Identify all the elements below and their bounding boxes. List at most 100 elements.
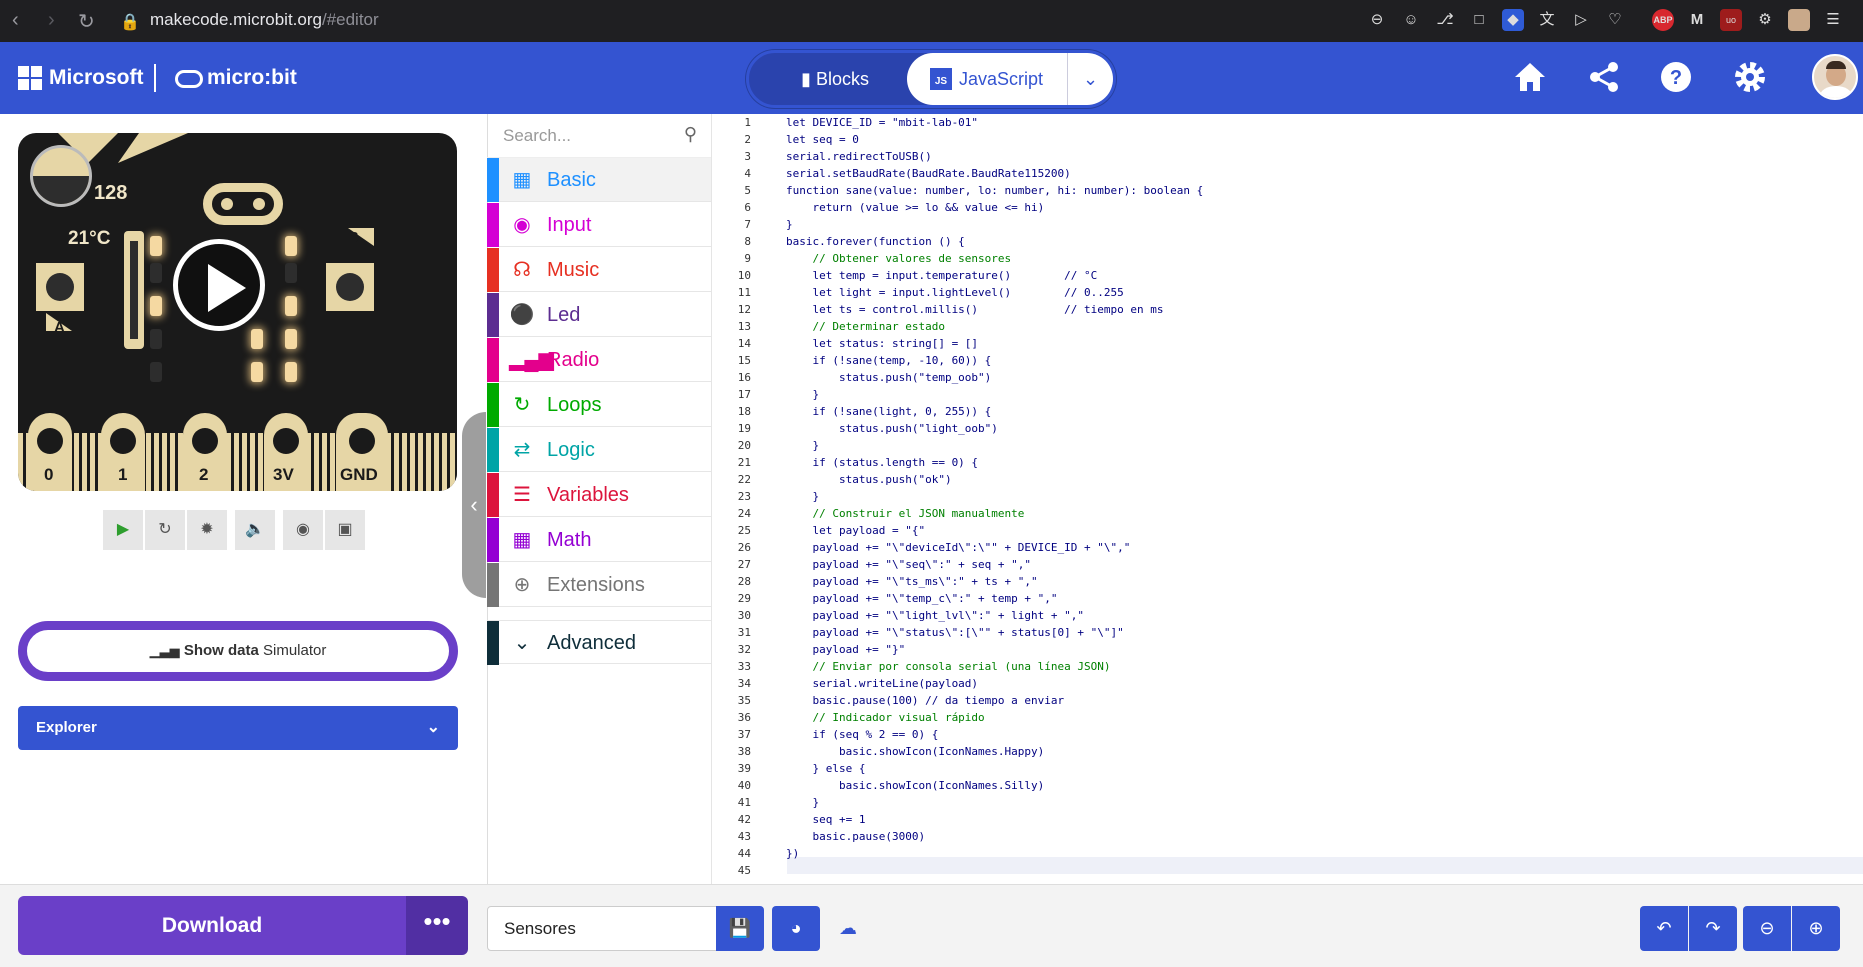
shield-icon[interactable]: ◆ bbox=[1502, 9, 1524, 31]
address-bar[interactable]: makecode.microbit.org/#editor bbox=[150, 10, 379, 30]
pin-label: 2 bbox=[199, 465, 209, 484]
explorer-panel-toggle[interactable]: Explorer ⌄ bbox=[18, 706, 458, 750]
line-number: 4 bbox=[744, 167, 751, 180]
undo-icon: ↶ bbox=[1656, 918, 1672, 938]
led bbox=[150, 296, 162, 316]
line-number: 42 bbox=[737, 813, 751, 826]
pin-label: 3V bbox=[273, 465, 294, 484]
button-a[interactable] bbox=[36, 263, 84, 311]
redo-button[interactable]: ↷ bbox=[1689, 906, 1737, 951]
menu-icon[interactable]: ☰ bbox=[1822, 9, 1844, 31]
product-name: micro:bit bbox=[207, 66, 297, 89]
pin-icon[interactable]: ⎇ bbox=[1434, 9, 1456, 31]
sim-restart-icon[interactable]: ↻ bbox=[145, 510, 185, 550]
download-more-button[interactable]: ••• bbox=[406, 896, 468, 955]
undo-button[interactable]: ↶ bbox=[1640, 906, 1688, 951]
toolbox-category-advanced[interactable]: ⌄ Advanced bbox=[487, 620, 711, 665]
share-icon[interactable] bbox=[1586, 59, 1622, 95]
code-line: basic.forever(function () { bbox=[786, 235, 965, 248]
download-button[interactable]: Download bbox=[18, 896, 406, 955]
back-icon[interactable]: ‹ bbox=[12, 9, 19, 32]
search-placeholder: Search... bbox=[503, 126, 572, 145]
headphones-icon: ☊ bbox=[513, 259, 531, 281]
code-line: basic.pause(3000) bbox=[786, 830, 926, 843]
cloud-save-icon[interactable]: ☁ bbox=[830, 906, 866, 951]
toolbox-category-extensions[interactable]: ⊕ Extensions bbox=[487, 563, 711, 607]
led bbox=[150, 263, 162, 283]
show-data-label: Show data bbox=[183, 642, 259, 659]
github-button[interactable]: ◕ bbox=[772, 906, 820, 951]
list-icon: ☰ bbox=[513, 484, 531, 506]
code-editor[interactable] bbox=[711, 114, 1863, 884]
show-data-simulator-button[interactable]: ▁▃▅ Show data Simulator bbox=[18, 621, 458, 681]
button-b[interactable] bbox=[326, 263, 374, 311]
user-avatar[interactable] bbox=[1812, 54, 1858, 100]
toolbox-category-input[interactable]: ◉ Input bbox=[487, 203, 711, 247]
category-color-bar bbox=[487, 621, 499, 665]
toolbox-category-logic[interactable]: ⇄ Logic bbox=[487, 428, 711, 472]
temperature-slider[interactable] bbox=[124, 231, 144, 349]
line-number: 19 bbox=[737, 422, 751, 435]
play-icon bbox=[208, 264, 246, 312]
sim-debug-icon[interactable]: ✹ bbox=[187, 510, 227, 550]
category-color-bar bbox=[487, 293, 499, 337]
toolbox-category-led[interactable]: ⚫ Led bbox=[487, 293, 711, 337]
sim-fullscreen-icon[interactable]: ▣ bbox=[325, 510, 365, 550]
sim-screenshot-icon[interactable]: ◉ bbox=[283, 510, 323, 550]
play-simulator-button[interactable] bbox=[173, 239, 265, 331]
profile-icon[interactable] bbox=[1788, 9, 1810, 31]
help-icon[interactable]: ? bbox=[1658, 59, 1694, 95]
category-label: Music bbox=[547, 259, 600, 281]
code-line: status.push("ok") bbox=[786, 473, 952, 486]
redo-icon: ↷ bbox=[1705, 918, 1721, 938]
extensions-icon[interactable]: ⚙ bbox=[1754, 9, 1776, 31]
zoom-out-button[interactable]: ⊖ bbox=[1743, 906, 1791, 951]
microbit-simulator-board[interactable]: 128 21°C A B 0 1 2 3V GND bbox=[18, 133, 457, 491]
chevron-down-icon: ⌄ bbox=[1082, 69, 1099, 89]
calculator-icon: ▦ bbox=[512, 529, 532, 551]
tab-blocks[interactable]: ▮ Blocks bbox=[770, 56, 900, 102]
save-button[interactable]: 💾 bbox=[716, 906, 764, 951]
minus-icon: ⊖ bbox=[1759, 918, 1775, 938]
line-number: 7 bbox=[744, 218, 751, 231]
sim-play-icon[interactable]: ▶ bbox=[103, 510, 143, 550]
lock-icon[interactable]: 🔒 bbox=[120, 12, 140, 32]
toolbox-search-input[interactable]: Search... ⚲ bbox=[487, 114, 711, 158]
sim-mute-icon[interactable]: 🔈 bbox=[235, 510, 275, 550]
settings-icon[interactable] bbox=[1732, 59, 1768, 95]
heart-icon[interactable]: ♡ bbox=[1604, 9, 1626, 31]
m-extension-icon[interactable]: M bbox=[1686, 9, 1708, 31]
line-number: 37 bbox=[737, 728, 751, 741]
touch-logo-icon[interactable] bbox=[203, 183, 283, 225]
home-icon[interactable] bbox=[1512, 59, 1548, 95]
tab-javascript-label: JavaScript bbox=[959, 69, 1044, 89]
zoom-out-icon[interactable]: ⊖ bbox=[1366, 9, 1388, 31]
url-host: makecode.microbit.org bbox=[150, 10, 322, 29]
adblock-icon[interactable]: ABP bbox=[1652, 9, 1674, 31]
toolbox-category-basic[interactable]: ▦ Basic bbox=[487, 158, 711, 202]
ublock-icon[interactable]: uo bbox=[1720, 9, 1742, 31]
toolbox-category-math[interactable]: ▦ Math bbox=[487, 518, 711, 562]
emoji-icon[interactable]: ☺ bbox=[1400, 9, 1422, 31]
play-icon[interactable]: ▷ bbox=[1570, 9, 1592, 31]
category-label: Math bbox=[547, 529, 592, 551]
code-line: } bbox=[786, 490, 820, 503]
light-level-dial[interactable] bbox=[30, 145, 92, 207]
screenshot-icon[interactable]: □ bbox=[1468, 9, 1490, 31]
led bbox=[251, 329, 263, 349]
reload-icon[interactable]: ↻ bbox=[78, 9, 95, 34]
line-number: 5 bbox=[744, 184, 751, 197]
translate-icon[interactable]: 文 bbox=[1536, 9, 1558, 31]
project-name-input[interactable]: Sensores bbox=[487, 906, 717, 951]
category-label: Loops bbox=[547, 394, 602, 416]
toolbox-category-music[interactable]: ☊ Music bbox=[487, 248, 711, 292]
toolbox-category-radio[interactable]: ▂▄▆ Radio bbox=[487, 338, 711, 382]
forward-icon[interactable]: › bbox=[48, 9, 55, 32]
toolbox-category-loops[interactable]: ↻ Loops bbox=[487, 383, 711, 427]
code-line: return (value >= lo && value <= hi) bbox=[786, 201, 1045, 214]
zoom-in-button[interactable]: ⊕ bbox=[1792, 906, 1840, 951]
toolbox-category-variables[interactable]: ☰ Variables bbox=[487, 473, 711, 517]
brand-name: Microsoft bbox=[49, 66, 144, 89]
collapse-simulator-handle[interactable]: ‹ bbox=[462, 412, 486, 598]
line-number: 33 bbox=[737, 660, 751, 673]
